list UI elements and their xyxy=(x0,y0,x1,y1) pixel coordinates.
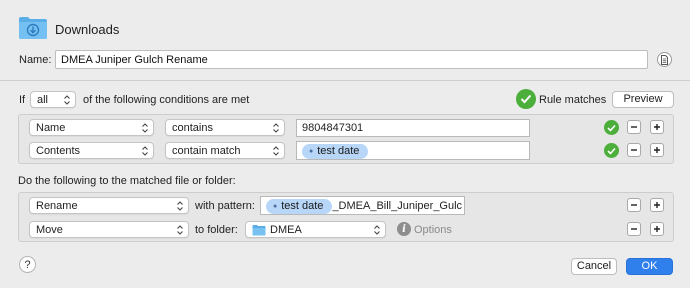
chevron-updown-icon xyxy=(177,225,183,235)
info-icon[interactable]: i xyxy=(397,222,411,236)
plus-icon xyxy=(654,226,660,232)
chevron-updown-icon xyxy=(374,225,380,235)
condition-match-field[interactable]: ● test date xyxy=(296,141,530,160)
actions-heading: Do the following to the matched file or … xyxy=(18,175,236,187)
quantifier-popup[interactable]: all xyxy=(30,91,76,108)
match-token-label: test date xyxy=(317,145,360,157)
condition-match-check-icon xyxy=(604,120,619,135)
pattern-token-label: test date xyxy=(281,200,324,212)
add-condition-button[interactable] xyxy=(650,120,664,134)
condition-attribute-popup[interactable]: Name xyxy=(29,119,154,136)
remove-condition-button[interactable] xyxy=(627,120,641,134)
if-label: If xyxy=(19,94,26,106)
chevron-updown-icon xyxy=(273,123,279,133)
token-dot-icon: ● xyxy=(309,148,314,155)
options-link[interactable]: Options xyxy=(414,224,452,236)
add-action-button[interactable] xyxy=(650,222,664,236)
rule-status: Rule matches xyxy=(539,94,607,106)
match-check-icon xyxy=(516,89,536,109)
quantifier-value: all xyxy=(37,94,49,106)
minus-icon xyxy=(631,204,637,206)
cancel-button[interactable]: Cancel xyxy=(571,258,617,275)
pattern-connector-label: with pattern: xyxy=(195,200,255,212)
condition-operator-popup[interactable]: contain match xyxy=(165,142,285,159)
chevron-updown-icon xyxy=(177,201,183,211)
condition-attribute-value: Contents xyxy=(36,145,81,157)
condition-attribute-popup[interactable]: Contents xyxy=(29,142,154,159)
document-icon xyxy=(661,54,668,65)
action-type-popup[interactable]: Move xyxy=(29,221,189,238)
condition-operator-popup[interactable]: contains xyxy=(165,119,285,136)
remove-action-button[interactable] xyxy=(627,198,641,212)
condition-operator-value: contain match xyxy=(172,145,241,157)
rule-folder-title: Downloads xyxy=(55,22,120,37)
rename-pattern-field[interactable]: ● test date _DMEA_Bill_Juniper_Gulc xyxy=(260,196,465,215)
token-dot-icon: ● xyxy=(273,203,278,210)
condition-operator-value: contains xyxy=(172,122,213,134)
ok-button[interactable]: OK xyxy=(626,258,673,275)
rule-name-field[interactable]: DMEA Juniper Gulch Rename xyxy=(55,50,648,69)
conditions-suffix: of the following conditions are met xyxy=(83,94,250,106)
header-divider xyxy=(0,80,690,81)
add-condition-button[interactable] xyxy=(650,143,664,157)
help-button[interactable]: ? xyxy=(19,256,36,273)
destination-folder-value: DMEA xyxy=(270,224,302,236)
condition-value-field[interactable]: 9804847301 xyxy=(296,119,530,137)
minus-icon xyxy=(631,149,637,151)
remove-action-button[interactable] xyxy=(627,222,641,236)
condition-attribute-value: Name xyxy=(36,122,66,134)
remove-condition-button[interactable] xyxy=(627,143,641,157)
folder-connector-label: to folder: xyxy=(195,224,238,236)
minus-icon xyxy=(631,228,637,230)
chevron-updown-icon xyxy=(142,123,148,133)
match-token[interactable]: ● test date xyxy=(302,144,369,159)
pattern-token[interactable]: ● test date xyxy=(266,199,333,214)
plus-icon xyxy=(654,147,660,153)
action-type-popup[interactable]: Rename xyxy=(29,197,189,214)
pattern-text: _DMEA_Bill_Juniper_Gulc xyxy=(332,200,463,212)
plus-icon xyxy=(654,124,660,130)
folder-icon xyxy=(252,225,266,236)
condition-match-check-icon xyxy=(604,143,619,158)
preview-button[interactable]: Preview xyxy=(612,91,674,108)
plus-icon xyxy=(654,202,660,208)
chevron-updown-icon xyxy=(273,146,279,156)
destination-folder-popup[interactable]: DMEA xyxy=(245,221,386,238)
add-action-button[interactable] xyxy=(650,198,664,212)
minus-icon xyxy=(631,126,637,128)
chevron-updown-icon xyxy=(64,95,70,105)
action-type-value: Rename xyxy=(36,200,78,212)
downloads-folder-icon xyxy=(18,14,48,40)
chevron-updown-icon xyxy=(142,146,148,156)
action-type-value: Move xyxy=(36,224,63,236)
name-label: Name: xyxy=(19,54,52,66)
rule-info-button[interactable] xyxy=(657,52,672,67)
